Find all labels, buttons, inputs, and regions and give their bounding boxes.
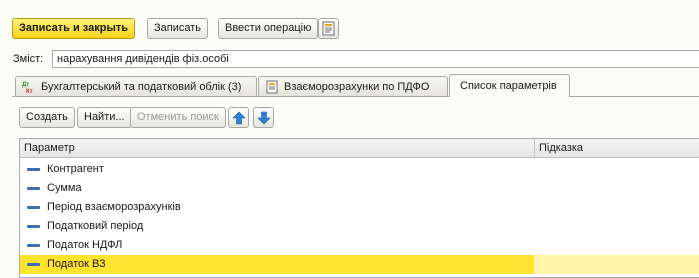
document-journal-icon <box>322 21 335 36</box>
row-marker-icon <box>27 168 40 171</box>
row-parameter: Період взаєморозрахунків <box>47 201 181 213</box>
svg-text:Кт: Кт <box>26 89 33 94</box>
tabs-baseline <box>12 96 699 97</box>
row-parameter: Контрагент <box>47 163 104 175</box>
find-button[interactable]: Найти... <box>77 107 132 128</box>
arrow-up-icon <box>231 111 246 124</box>
enter-operation-button[interactable]: Ввести операцію <box>218 18 319 39</box>
content-label: Зміст: <box>13 53 44 65</box>
create-button[interactable]: Создать <box>19 107 75 128</box>
move-down-button[interactable] <box>253 107 274 128</box>
svg-text:Дт: Дт <box>22 82 29 88</box>
row-marker-icon <box>27 187 40 190</box>
move-up-button[interactable] <box>228 107 249 128</box>
row-marker-icon <box>27 225 40 228</box>
cancel-search-button[interactable]: Отменить поиск <box>130 107 226 128</box>
arrow-down-icon <box>256 111 271 124</box>
document-journal-button[interactable] <box>318 18 339 39</box>
column-header-parameter[interactable]: Параметр <box>20 139 534 157</box>
tab-accounting[interactable]: Дт Кт Бухгалтерський та податковий облік… <box>15 76 257 96</box>
row-parameter: Податок НДФЛ <box>47 239 123 251</box>
row-hint-cell[interactable] <box>534 255 699 274</box>
save-button[interactable]: Записать <box>147 18 209 39</box>
tab-parameters-list[interactable]: Список параметрів <box>449 74 570 97</box>
document-icon <box>266 80 278 93</box>
save-and-close-button[interactable]: Записать и закрыть <box>12 18 136 39</box>
row-marker-icon <box>27 263 40 266</box>
tab-accounting-label: Бухгалтерський та податковий облік (3) <box>41 80 242 93</box>
row-parameter: Податок ВЗ <box>47 258 106 270</box>
table-header: Параметр Підказка <box>20 139 699 158</box>
row-marker-icon <box>27 206 40 209</box>
table-row-selected[interactable]: Податок ВЗ <box>20 255 699 274</box>
tab-settlements-pdfo-label: Взаєморозрахунки по ПДФО <box>284 80 430 93</box>
table-row[interactable]: Сумма <box>20 179 699 198</box>
column-header-hint[interactable]: Підказка <box>534 139 699 157</box>
table-row[interactable]: Податок НДФЛ <box>20 236 699 255</box>
table-row[interactable]: Податковий період <box>20 217 699 236</box>
tab-parameters-list-label: Список параметрів <box>460 80 557 92</box>
dt-kt-icon: Дт Кт <box>22 82 33 94</box>
parameters-table[interactable]: Параметр Підказка Контрагент Сумма Періо… <box>19 138 699 278</box>
table-row[interactable]: Контрагент <box>20 160 699 179</box>
tab-settlements-pdfo[interactable]: Взаєморозрахунки по ПДФО <box>258 76 448 96</box>
row-parameter: Сумма <box>47 182 82 194</box>
content-input[interactable]: нарахування дивідендів фіз.особі <box>52 50 699 68</box>
table-row[interactable]: Період взаєморозрахунків <box>20 198 699 217</box>
row-marker-icon <box>27 244 40 247</box>
row-parameter: Податковий період <box>47 220 144 232</box>
